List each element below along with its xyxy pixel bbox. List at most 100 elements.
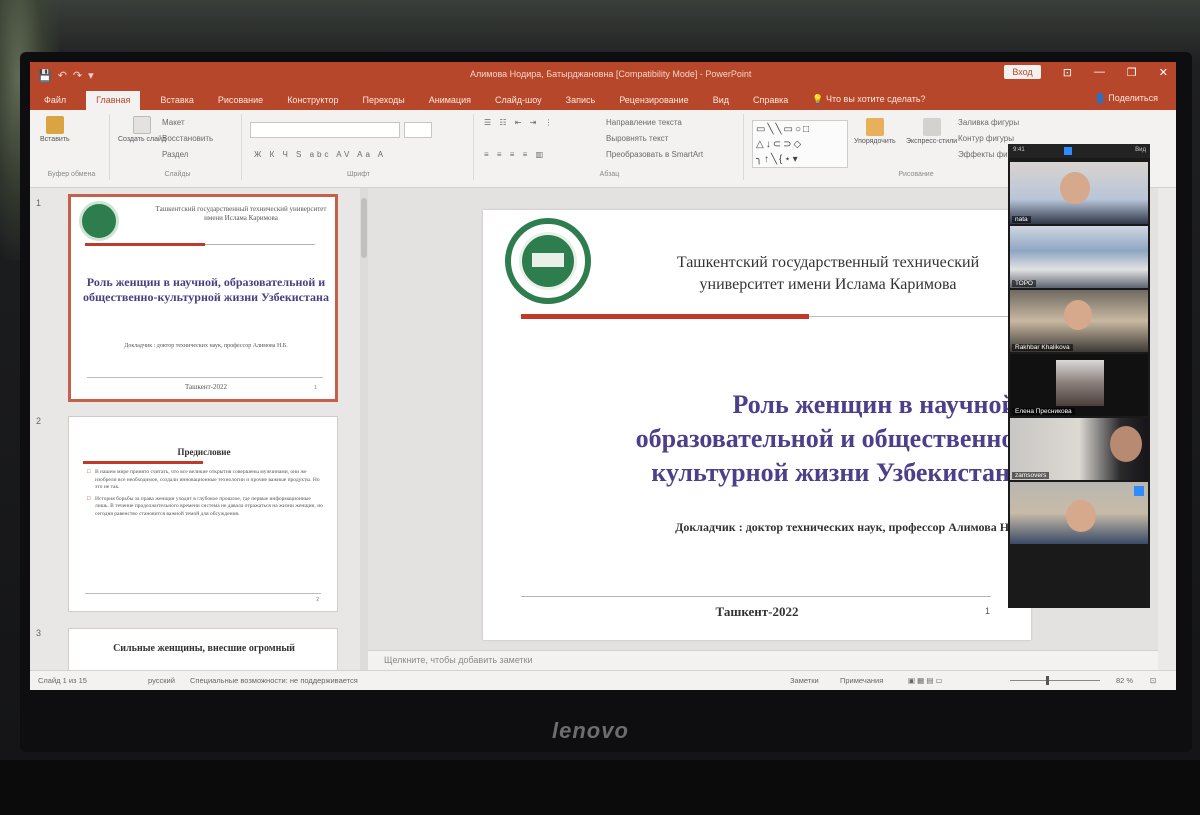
section-button[interactable]: Раздел: [162, 150, 188, 159]
slide-thumbnail-1[interactable]: Ташкентский государственный технический …: [68, 194, 338, 402]
comments-toggle-button[interactable]: Примечания: [840, 676, 883, 685]
participant-name: ТОРО: [1012, 280, 1036, 287]
text-direction-button[interactable]: Направление текста: [606, 118, 682, 127]
reset-button[interactable]: Восстановить: [162, 134, 213, 143]
participant-tile[interactable]: Елена Пресникова: [1010, 354, 1148, 416]
participant-name: nata: [1012, 216, 1031, 223]
tab-review[interactable]: Рецензирование: [615, 91, 693, 110]
tab-insert[interactable]: Вставка: [156, 91, 197, 110]
thumb2-bullet: История борьбы за права женщин уходит в …: [87, 496, 323, 519]
title-line-3: культурной жизни Узбекистана: [651, 458, 1023, 487]
tab-file[interactable]: Файл: [40, 91, 70, 110]
video-call-header: 9:41 Вид: [1008, 144, 1150, 158]
save-icon[interactable]: 💾: [38, 69, 52, 82]
participant-tile[interactable]: Rakhbar Khalikova: [1010, 290, 1148, 352]
new-slide-button[interactable]: Создать слайд: [118, 116, 166, 143]
tab-draw[interactable]: Рисование: [214, 91, 267, 110]
participant-profile-picture: [1056, 360, 1104, 406]
gallery-view-icon[interactable]: [1064, 147, 1072, 155]
scrollbar-thumb[interactable]: [361, 198, 367, 258]
participant-face: [1110, 426, 1142, 462]
tab-record[interactable]: Запись: [562, 91, 600, 110]
convert-smartart-button[interactable]: Преобразовать в SmartArt: [606, 150, 703, 159]
shape-outline-button[interactable]: Контур фигуры: [958, 134, 1014, 143]
redo-icon[interactable]: ↷: [73, 69, 82, 82]
minimize-button[interactable]: —: [1094, 66, 1105, 78]
sign-in-button[interactable]: Вход: [1004, 65, 1041, 79]
zoom-slider[interactable]: [1010, 680, 1100, 681]
current-slide[interactable]: Ташкентский государственный технический …: [483, 210, 1031, 640]
group-clipboard: Вставить Буфер обмена: [34, 114, 110, 180]
paste-button[interactable]: Вставить: [40, 116, 70, 143]
quick-styles-button[interactable]: Экспресс-стили: [906, 118, 957, 145]
shapes-gallery[interactable]: ▭╲╲▭○□ △↓⊂⊃◇ ╮↑╲{⋆▾: [752, 120, 848, 168]
thumbnails-scrollbar[interactable]: [360, 188, 368, 670]
view-buttons[interactable]: ▣ ▦ ▤ ▭: [908, 676, 943, 685]
view-button[interactable]: Вид: [1135, 147, 1146, 153]
university-logo-thumb: [79, 201, 119, 241]
fit-to-window-icon[interactable]: ⊡: [1150, 676, 1156, 685]
share-button[interactable]: 👤 Поделиться: [1095, 93, 1158, 104]
participant-name: Елена Пресникова: [1012, 408, 1075, 415]
video-call-panel: 9:41 Вид nata ТОРО Rakhbar Khalikova Еле…: [1008, 144, 1150, 608]
title-bar: 💾 ↶ ↷ ▾ Алимова Нодира, Батырджановна [C…: [30, 62, 1176, 88]
share-label: Поделиться: [1108, 93, 1158, 103]
font-format-buttons[interactable]: Ж К Ч S abc AV Aa A: [254, 150, 386, 159]
align-buttons[interactable]: ≡ ≡ ≡ ≡ ▥: [484, 150, 546, 159]
university-logo-emblem: [519, 232, 577, 290]
main-vertical-scrollbar[interactable]: [1158, 188, 1176, 670]
thumb-grey-bar: [205, 244, 315, 245]
participant-tile[interactable]: [1010, 482, 1148, 544]
participant-tile[interactable]: ТОРО: [1010, 226, 1148, 288]
slide-grey-bar: [809, 316, 1009, 317]
shape-fill-button[interactable]: Заливка фигуры: [958, 118, 1019, 127]
tab-help[interactable]: Справка: [749, 91, 792, 110]
tab-home[interactable]: Главная: [86, 91, 141, 110]
undo-icon[interactable]: ↶: [58, 69, 67, 82]
slide-speaker[interactable]: Докладчик : доктор технических наук, про…: [503, 520, 1023, 535]
title-line-1: Роль женщин в научной,: [732, 390, 1024, 419]
arrange-button[interactable]: Упорядочить: [854, 118, 896, 145]
slide-thumbnail-3[interactable]: Сильные женщины, внесшие огромный: [68, 628, 338, 670]
close-button[interactable]: ✕: [1159, 66, 1168, 79]
zoom-slider-thumb[interactable]: [1046, 676, 1049, 685]
slide-title[interactable]: Роль женщин в научной, образовательной и…: [523, 388, 1023, 490]
align-text-button[interactable]: Выровнять текст: [606, 134, 668, 143]
tab-slideshow[interactable]: Слайд-шоу: [491, 91, 546, 110]
tell-me-search[interactable]: 💡 Что вы хотите сделать?: [808, 90, 929, 110]
quick-styles-icon: [922, 118, 941, 136]
slide-thumbnail-2[interactable]: Предисловие В нашем мире принято считать…: [68, 416, 338, 612]
ribbon-display-options-icon[interactable]: ⊡: [1063, 66, 1072, 79]
thumb2-red-bar: [83, 461, 203, 464]
slide-city-year[interactable]: Ташкент-2022: [483, 604, 1031, 620]
zoom-level[interactable]: 82 %: [1116, 676, 1133, 685]
slide-organization[interactable]: Ташкентский государственный технический …: [633, 252, 1023, 296]
ribbon-tabs: Файл Главная Вставка Рисование Конструкт…: [30, 88, 1176, 110]
list-buttons[interactable]: ☰ ☷ ⇤ ⇥ ⋮: [484, 118, 556, 127]
desk: [0, 760, 1200, 815]
layout-button[interactable]: Макет: [162, 118, 185, 127]
participant-tile[interactable]: nata: [1010, 162, 1148, 224]
font-size-field[interactable]: [404, 122, 432, 138]
accessibility-status[interactable]: Специальные возможности: не поддерживает…: [190, 676, 358, 685]
participant-tile[interactable]: zamsovers: [1010, 418, 1148, 480]
group-font: Ж К Ч S abc AV Aa A Шрифт: [244, 114, 474, 180]
tab-animations[interactable]: Анимация: [425, 91, 475, 110]
slide-page-number: 1: [985, 606, 991, 616]
powerpoint-window: 💾 ↶ ↷ ▾ Алимова Нодира, Батырджановна [C…: [30, 62, 1176, 690]
slide-thumbnails-pane[interactable]: 1 Ташкентский государственный технически…: [30, 188, 360, 670]
tab-design[interactable]: Конструктор: [283, 91, 342, 110]
thumb-red-bar: [85, 243, 205, 246]
font-name-field[interactable]: [250, 122, 400, 138]
participant-face: [1064, 300, 1092, 330]
maximize-button[interactable]: ❐: [1127, 66, 1137, 79]
thumb-footer-line: [87, 377, 323, 378]
notes-toggle-button[interactable]: Заметки: [790, 676, 819, 685]
tab-transitions[interactable]: Переходы: [359, 91, 409, 110]
language-indicator[interactable]: русский: [148, 676, 175, 685]
participant-name: zamsovers: [1012, 472, 1050, 479]
tab-view[interactable]: Вид: [709, 91, 733, 110]
thumb-number: 2: [36, 416, 42, 426]
customize-qat-icon[interactable]: ▾: [88, 69, 94, 82]
notes-pane[interactable]: Щелкните, чтобы добавить заметки: [368, 650, 1158, 670]
